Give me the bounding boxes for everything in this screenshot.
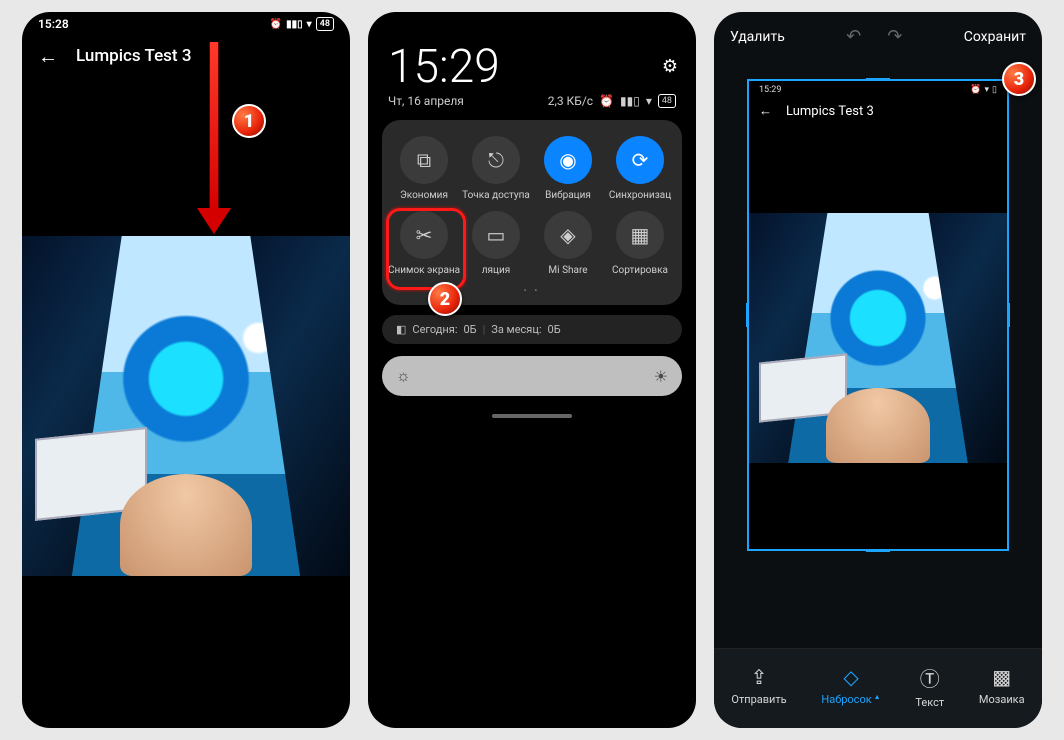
annotation-highlight-box (386, 208, 466, 290)
alarm-icon: ⏰ (270, 19, 282, 30)
brightness-low-icon: ☼ (396, 366, 411, 386)
battery-indicator: 48 (658, 94, 676, 108)
phone-screen-2: 15:29 ⚙ Чт, 16 апреля 2,3 КБ/с ⏰ ▮▮▯ ▾ 4… (368, 12, 696, 728)
qs-tile-vibration[interactable]: ◉ Вибрация (532, 136, 604, 201)
signal-icon: ▮▮▯ (286, 19, 303, 30)
signal-icon: ▮▮▯ (620, 94, 640, 108)
alarm-icon: ⏰ (599, 94, 614, 108)
inner-gallery-image (749, 213, 1007, 463)
phone-screen-1: 15:28 ⏰ ▮▮▯ ▾ 48 ← Lumpics Test 3 1 (22, 12, 350, 728)
delete-button[interactable]: Удалить (730, 29, 785, 45)
status-time: 15:28 (38, 17, 69, 31)
share-icon: ⇪ (731, 665, 786, 689)
annotation-arrow-down (200, 42, 228, 232)
brightness-high-icon: ☀ (654, 367, 668, 386)
header-title: Lumpics Test 3 (76, 46, 191, 66)
usage-month-value: 0Б (548, 323, 561, 336)
qs-row-1: ⧉ Экономия ⎋ Точка доступа ◉ Вибрация ⟳ … (388, 136, 676, 201)
save-button[interactable]: Сохранит (964, 29, 1026, 45)
sim-icon: ◧ (396, 323, 406, 336)
annotation-badge-3: 3 (1002, 62, 1036, 96)
cast-icon: ▭ (472, 211, 520, 259)
battery-plus-icon: ⧉ (400, 136, 448, 184)
mosaic-icon: ▩ (979, 665, 1025, 689)
qs-tile-sort[interactable]: ▦ Сортировка (604, 211, 676, 276)
qs-tile-sync[interactable]: ⟳ Синхронизац (604, 136, 676, 201)
editor-top-bar: Удалить ↶ ↷ Сохранит (714, 12, 1042, 61)
status-right: ⏰ ▮▮▯ ▾ 48 (270, 17, 334, 31)
status-right: 2,3 КБ/с ⏰ ▮▮▯ ▾ 48 (548, 94, 676, 108)
qs-tile-mishare[interactable]: ◈ Mi Share (532, 211, 604, 276)
dropdown-icon: ▲ (874, 693, 881, 701)
wifi-icon: ▾ (307, 19, 312, 30)
mishare-icon: ◈ (544, 211, 592, 259)
usage-today-value: 0Б (463, 323, 476, 336)
net-speed: 2,3 КБ/с (548, 94, 593, 108)
shade-handle[interactable] (492, 414, 572, 418)
alarm-icon: ⏰ (970, 85, 981, 95)
brightness-slider[interactable]: ☼ ☀ (382, 356, 682, 396)
inner-status-time: 15:29 (759, 85, 781, 95)
annotation-badge-2: 2 (428, 282, 462, 316)
battery-indicator: 48 (316, 17, 334, 31)
qs-tile-cast[interactable]: ▭ ляция (460, 211, 532, 276)
notification-subrow: Чт, 16 апреля 2,3 КБ/с ⏰ ▮▮▯ ▾ 48 (368, 94, 696, 120)
inner-header: ← Lumpics Test 3 (749, 99, 1007, 123)
annotation-badge-1: 1 (232, 104, 266, 138)
sync-icon: ⟳ (616, 136, 664, 184)
back-icon[interactable]: ← (38, 44, 58, 69)
sketch-icon: ◇ (821, 665, 880, 689)
inner-title: Lumpics Test 3 (786, 104, 874, 119)
gallery-header: ← Lumpics Test 3 (22, 36, 350, 76)
hotspot-icon: ⎋ (472, 136, 520, 184)
tool-sketch[interactable]: ◇ Набросок▲ (821, 665, 880, 707)
qs-tile-hotspot[interactable]: ⎋ Точка доступа (460, 136, 532, 201)
settings-icon[interactable]: ⚙ (662, 56, 678, 77)
tool-mosaic[interactable]: ▩ Мозаика (979, 665, 1025, 706)
text-icon: Ⓣ (915, 663, 944, 692)
inner-status-bar: 15:29 ⏰ ▾ ▯ (749, 81, 1007, 99)
tool-send[interactable]: ⇪ Отправить (731, 665, 786, 706)
notification-date: Чт, 16 апреля (388, 94, 464, 108)
qs-tile-battery-saver[interactable]: ⧉ Экономия (388, 136, 460, 201)
phone-screen-3: Удалить ↶ ↷ Сохранит 3 15:29 ⏰ ▾ ▯ (714, 12, 1042, 728)
back-icon: ← (759, 103, 772, 119)
grid-icon: ▦ (616, 211, 664, 259)
status-bar: 15:28 ⏰ ▮▮▯ ▾ 48 (22, 12, 350, 36)
tool-text[interactable]: Ⓣ Текст (915, 663, 944, 709)
usage-month-label: За месяц: (491, 323, 541, 336)
notification-time: 15:29 (368, 30, 696, 94)
gallery-image[interactable] (22, 236, 350, 576)
redo-icon[interactable]: ↷ (887, 26, 902, 47)
usage-today-label: Сегодня: (412, 323, 457, 336)
vibration-icon: ◉ (544, 136, 592, 184)
data-usage-row[interactable]: ◧ Сегодня: 0Б | За месяц: 0Б (382, 315, 682, 344)
editor-toolbar: ⇪ Отправить ◇ Набросок▲ Ⓣ Текст ▩ Мозаик… (714, 648, 1042, 728)
wifi-icon: ▾ (985, 85, 990, 95)
undo-icon[interactable]: ↶ (846, 26, 861, 47)
battery-icon: ▯ (992, 85, 997, 95)
crop-frame[interactable]: 15:29 ⏰ ▾ ▯ ← Lumpics Test 3 (747, 79, 1009, 551)
wifi-icon: ▾ (646, 94, 652, 108)
